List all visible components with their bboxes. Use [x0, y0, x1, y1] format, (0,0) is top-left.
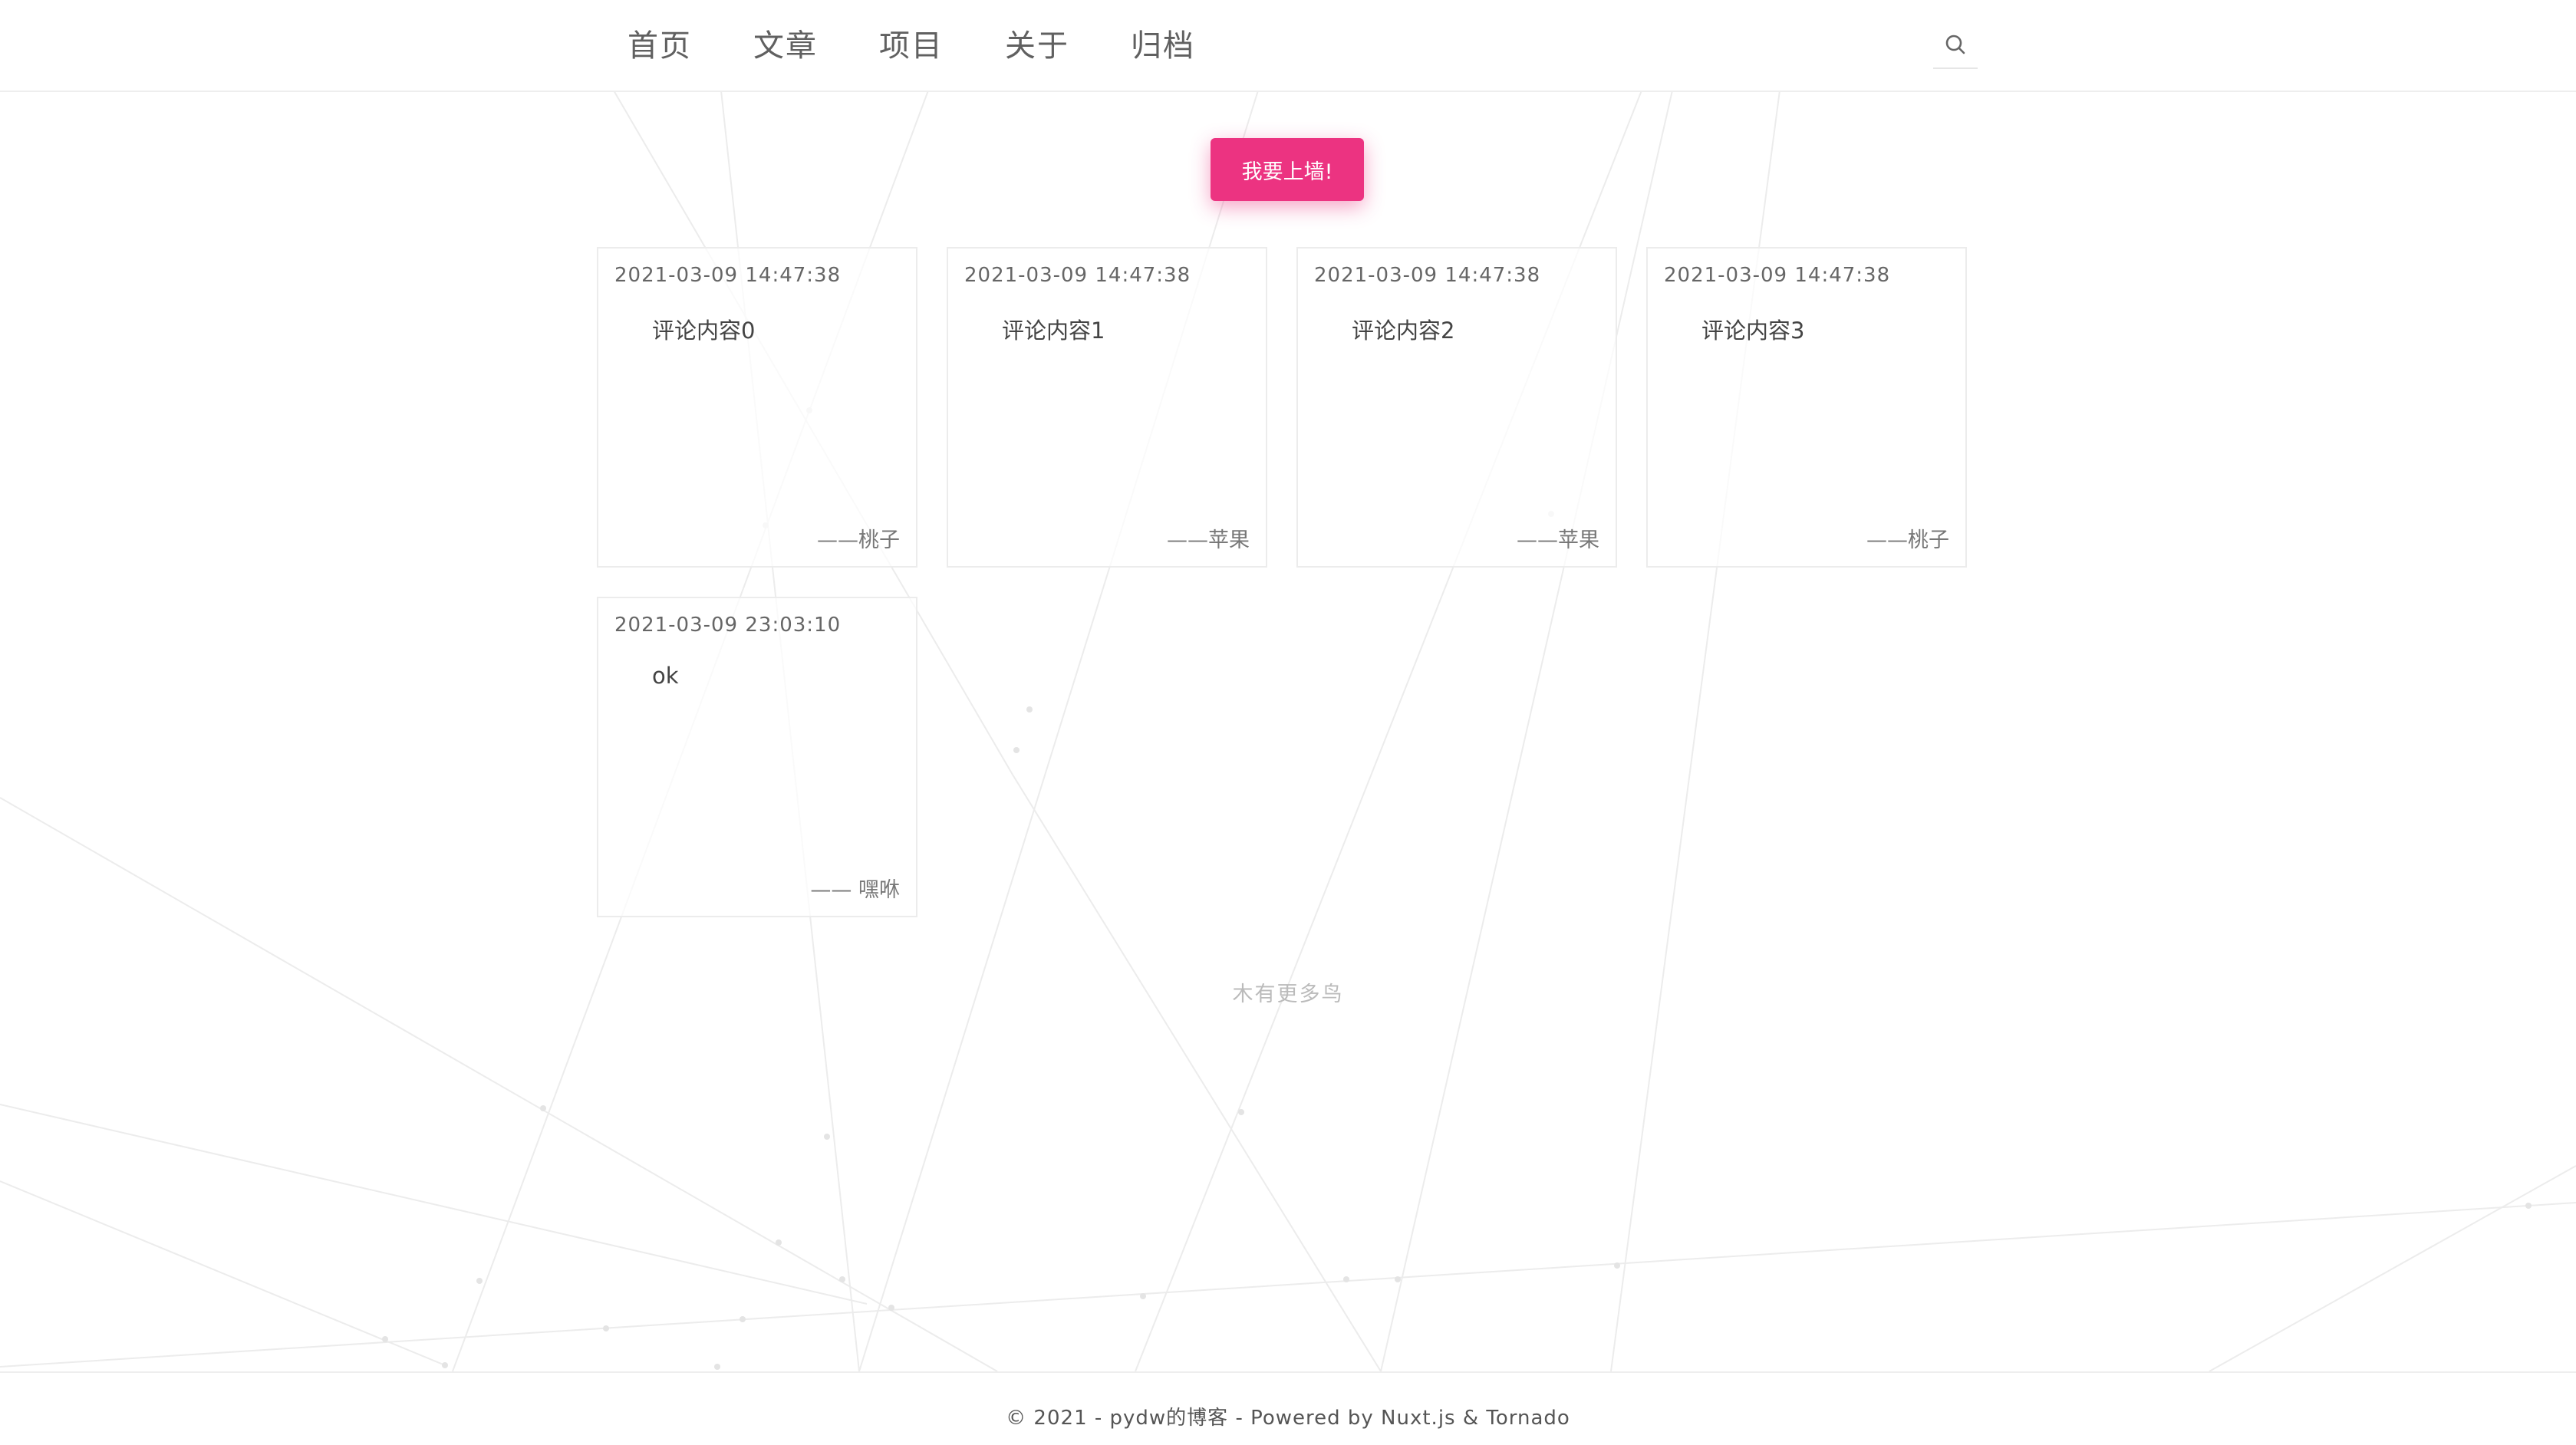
- search-icon: [1945, 35, 1965, 54]
- card-author: ——苹果: [1167, 528, 1250, 552]
- message-card: 2021-03-09 14:47:38 评论内容2 ——苹果: [1296, 247, 1617, 568]
- nav-item-home[interactable]: 首页: [628, 23, 692, 69]
- card-timestamp: 2021-03-09 14:47:38: [1664, 264, 1891, 287]
- page-footer: © 2021 - pydw的博客 - Powered by Nuxt.js & …: [0, 1371, 2576, 1445]
- message-wall: 我要上墙! 2021-03-09 14:47:38 评论内容0 ——桃子 202…: [0, 91, 2576, 1371]
- message-card: 2021-03-09 14:47:38 评论内容3 ——桃子: [1646, 247, 1967, 568]
- message-card: 2021-03-09 14:47:38 评论内容1 ——苹果: [947, 247, 1267, 568]
- nav-item-archive[interactable]: 归档: [1131, 23, 1195, 69]
- search-button[interactable]: [1933, 21, 1978, 69]
- card-timestamp: 2021-03-09 14:47:38: [614, 264, 842, 287]
- no-more-text: 木有更多鸟: [1232, 983, 1344, 1006]
- card-author: ——桃子: [1866, 528, 1949, 552]
- card-content: 评论内容1: [1002, 318, 1105, 344]
- main-nav: 首页 文章 项目 关于 归档: [628, 23, 1257, 69]
- nav-item-projects[interactable]: 项目: [879, 23, 944, 69]
- card-timestamp: 2021-03-09 23:03:10: [614, 614, 842, 637]
- nav-item-about[interactable]: 关于: [1005, 23, 1069, 69]
- card-content: ok: [652, 663, 679, 689]
- card-author: ——桃子: [817, 528, 900, 552]
- footer-copyright: © 2021 - pydw的博客 - Powered by Nuxt.js & …: [1006, 1407, 1570, 1430]
- card-timestamp: 2021-03-09 14:47:38: [1314, 264, 1541, 287]
- post-message-button[interactable]: 我要上墙!: [1211, 138, 1364, 201]
- message-card: 2021-03-09 23:03:10 ok —— 嘿咻: [597, 597, 917, 917]
- message-card: 2021-03-09 14:47:38 评论内容0 ——桃子: [597, 247, 917, 568]
- card-content: 评论内容0: [652, 318, 756, 344]
- card-author: —— 嘿咻: [810, 878, 900, 902]
- card-content: 评论内容3: [1701, 318, 1805, 344]
- card-timestamp: 2021-03-09 14:47:38: [964, 264, 1191, 287]
- card-content: 评论内容2: [1352, 318, 1455, 344]
- top-navbar: 首页 文章 项目 关于 归档: [0, 0, 2576, 92]
- nav-item-articles[interactable]: 文章: [753, 23, 818, 69]
- card-author: ——苹果: [1517, 528, 1599, 552]
